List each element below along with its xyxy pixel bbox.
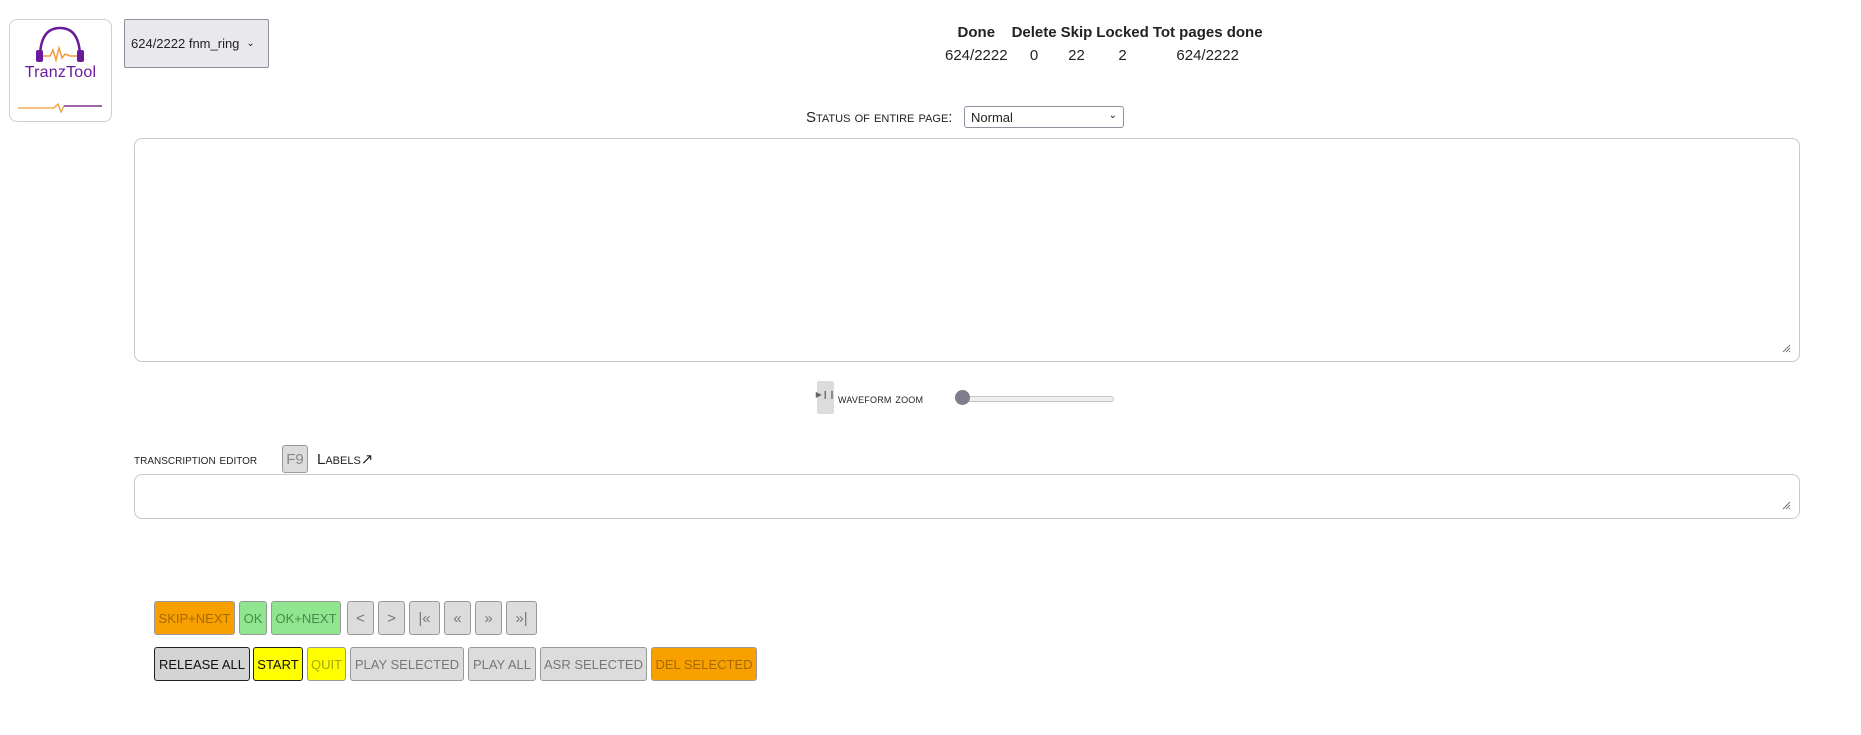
quit-button[interactable]: QUIT	[307, 647, 346, 681]
f9-button[interactable]: F9	[282, 445, 308, 473]
resize-grip-icon[interactable]	[1781, 500, 1791, 510]
stats-table: Done Delete Skip Locked Tot pages done 6…	[943, 22, 1265, 68]
prev-button[interactable]: <	[347, 601, 374, 635]
play-all-button[interactable]: PLAY ALL	[468, 647, 536, 681]
next-button[interactable]: >	[378, 601, 405, 635]
app-logo: TranzTool	[9, 19, 112, 122]
chevron-down-icon: ⌄	[1108, 110, 1117, 121]
stats-value-tot-pages: 624/2222	[1176, 47, 1239, 64]
stats-header-locked: Locked	[1096, 24, 1149, 41]
stats-value-done: 624/2222	[945, 47, 1008, 64]
play-pause-button[interactable]: ▶❙❙	[815, 381, 836, 414]
ok-button[interactable]: OK	[239, 601, 267, 635]
page-select[interactable]: 624/2222 fnm_ring ⌄	[124, 19, 269, 68]
stats-value-skip: 22	[1068, 47, 1085, 64]
page-select-value: 624/2222 fnm_ring	[131, 36, 240, 51]
logo-text: TranzTool	[24, 64, 97, 81]
last-button[interactable]: »|	[506, 601, 537, 635]
transcription-textarea[interactable]	[134, 474, 1800, 519]
status-label: Status of entire page:	[806, 109, 953, 126]
labels-link[interactable]: Labels↗	[317, 450, 373, 468]
stats-value-locked: 2	[1118, 47, 1127, 64]
transcription-editor-label: transcription editor	[134, 451, 258, 467]
skip-next-button[interactable]: SKIP+NEXT	[154, 601, 235, 635]
play-selected-button[interactable]: PLAY SELECTED	[350, 647, 464, 681]
resize-grip-icon[interactable]	[1781, 343, 1791, 353]
waveform-zoom-slider[interactable]	[957, 396, 1114, 402]
stats-header-skip: Skip	[1060, 24, 1093, 41]
status-select[interactable]: Normal ⌄	[964, 106, 1124, 128]
asr-selected-button[interactable]: ASR SELECTED	[540, 647, 647, 681]
del-selected-button[interactable]: DEL SELECTED	[651, 647, 757, 681]
chevron-down-icon: ⌄	[246, 38, 255, 49]
release-all-button[interactable]: RELEASE ALL	[154, 647, 250, 681]
stats-header-done: Done	[957, 24, 996, 41]
status-select-value: Normal	[971, 109, 1013, 125]
page-notes-textarea[interactable]	[134, 138, 1800, 362]
first-button[interactable]: |«	[409, 601, 440, 635]
forward-button[interactable]: »	[475, 601, 502, 635]
play-pause-icon: ▶❙❙	[815, 390, 836, 399]
stats-header-tot-pages: Tot pages done	[1152, 24, 1263, 41]
rewind-button[interactable]: «	[444, 601, 471, 635]
stats-value-delete: 0	[1029, 47, 1039, 64]
start-button[interactable]: START	[253, 647, 303, 681]
waveform-zoom-thumb[interactable]	[955, 390, 970, 405]
waveform-zoom-label: waveform zoom	[838, 391, 924, 406]
stats-header-delete: Delete	[1011, 24, 1057, 41]
ok-next-button[interactable]: OK+NEXT	[271, 601, 341, 635]
